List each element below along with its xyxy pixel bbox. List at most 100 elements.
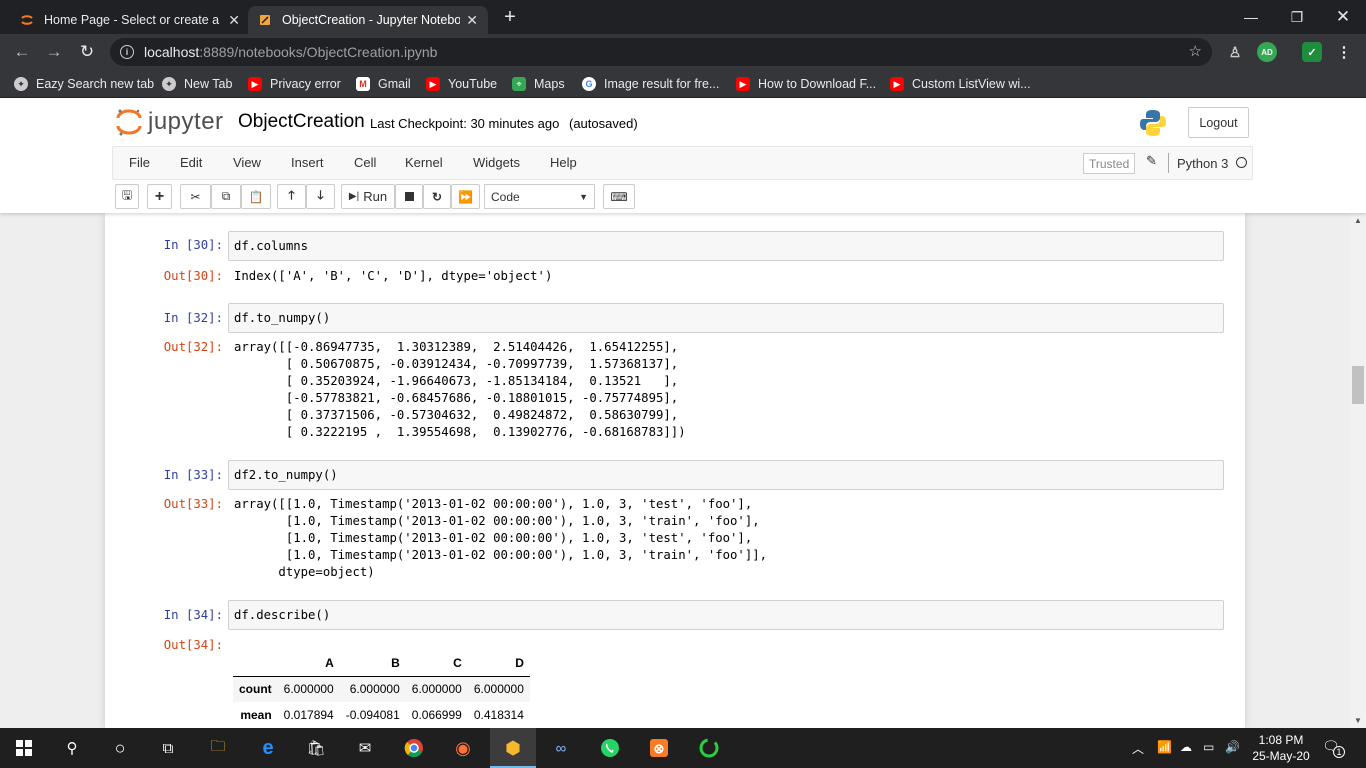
jupyter-logo-icon: [116, 109, 142, 136]
table-cell: 6.000000: [349, 682, 400, 697]
tab-home-page[interactable]: Home Page - Select or create a n ✕: [10, 6, 250, 34]
bookmark-youtube[interactable]: ▶ YouTube: [426, 75, 497, 93]
address-bar[interactable]: i localhost:8889/notebooks/ObjectCreatio…: [110, 38, 1212, 66]
store-icon[interactable]: 🛍: [304, 736, 328, 760]
forward-icon[interactable]: →: [42, 40, 66, 64]
minimize-icon[interactable]: —: [1228, 0, 1274, 34]
bookmark-custom-listview[interactable]: ▶ Custom ListView wi...: [890, 75, 1031, 93]
battery-icon[interactable]: ▭: [1203, 740, 1214, 754]
brave-icon[interactable]: ⬢: [501, 736, 525, 760]
firefox-icon[interactable]: ◉: [451, 736, 475, 760]
restore-icon[interactable]: ❐: [1274, 0, 1320, 34]
command-palette-button[interactable]: ⌨: [603, 184, 635, 209]
table-header-row: A B C D: [233, 650, 530, 677]
menu-edit[interactable]: Edit: [180, 155, 202, 170]
edit-pencil-icon[interactable]: ✎: [1146, 153, 1157, 169]
back-icon[interactable]: ←: [10, 40, 34, 64]
system-clock[interactable]: 1:08 PM 25-May-20: [1250, 732, 1312, 764]
bookmark-privacy-error[interactable]: ▶ Privacy error: [248, 75, 341, 93]
chevron-down-icon: ▼: [579, 192, 588, 202]
menu-widgets[interactable]: Widgets: [473, 155, 520, 170]
info-icon[interactable]: i: [120, 45, 134, 59]
menu-insert[interactable]: Insert: [291, 155, 324, 170]
move-down-button[interactable]: 🡓: [306, 184, 335, 209]
close-window-icon[interactable]: ✕: [1320, 0, 1366, 34]
chrome-icon[interactable]: [402, 736, 426, 760]
cut-button[interactable]: ✂: [180, 184, 211, 209]
scroll-up-icon[interactable]: ▲: [1354, 216, 1362, 225]
whatsapp-icon[interactable]: [598, 736, 622, 760]
menu-file[interactable]: File: [129, 155, 150, 170]
jupyter-logo[interactable]: jupyter: [116, 107, 224, 137]
onedrive-icon[interactable]: ☁: [1180, 740, 1192, 754]
restart-button[interactable]: ↻: [423, 184, 451, 209]
paste-button[interactable]: 📋: [241, 184, 271, 209]
menu-help[interactable]: Help: [550, 155, 577, 170]
code-cell-input[interactable]: df.columns: [228, 231, 1224, 261]
save-icon: 🖫: [121, 188, 133, 202]
row-label: mean: [240, 708, 272, 722]
input-prompt: In [34]:: [163, 608, 223, 622]
code-text: df.describe(): [234, 608, 331, 622]
mail-icon[interactable]: ✉: [353, 736, 377, 760]
code-cell-input[interactable]: df.describe(): [228, 600, 1224, 630]
scroll-down-icon[interactable]: ▼: [1354, 716, 1362, 725]
restart-run-all-button[interactable]: ⏩: [451, 184, 480, 209]
extension-icon[interactable]: ♙: [1225, 42, 1245, 62]
stop-icon: [404, 192, 414, 201]
insert-cell-button[interactable]: +: [147, 184, 172, 209]
menu-cell[interactable]: Cell: [354, 155, 376, 170]
bookmark-label: Custom ListView wi...: [912, 77, 1031, 91]
table-cell: 0.418314: [473, 708, 524, 722]
xampp-icon[interactable]: ⊗: [647, 736, 671, 760]
logout-button[interactable]: Logout: [1188, 107, 1249, 138]
page-scrollbar[interactable]: ▲ ▼: [1350, 213, 1366, 728]
search-icon[interactable]: ⚲: [60, 736, 84, 760]
kernel-name[interactable]: Python 3: [1168, 153, 1228, 173]
loading-app-icon[interactable]: [697, 736, 721, 760]
scrollbar-thumb[interactable]: [1352, 366, 1364, 404]
paste-icon: 📋: [248, 189, 264, 204]
show-hidden-icons-icon[interactable]: ︿: [1132, 740, 1144, 757]
bookmark-star-icon[interactable]: ☆: [1189, 42, 1202, 60]
notification-count-badge: 1: [1333, 746, 1345, 758]
bookmark-new-tab[interactable]: ✦ New Tab: [162, 75, 232, 93]
bookmark-image-result[interactable]: G Image result for fre...: [582, 75, 719, 93]
action-center-icon[interactable]: 🗨 1: [1322, 738, 1345, 758]
menu-view[interactable]: View: [233, 155, 261, 170]
code-cell-input[interactable]: df.to_numpy(): [228, 303, 1224, 333]
infinity-app-icon[interactable]: ∞: [549, 736, 573, 760]
wifi-icon[interactable]: 📶: [1157, 740, 1172, 754]
trusted-badge[interactable]: Trusted: [1083, 153, 1136, 174]
task-view-icon[interactable]: ⧉: [156, 736, 180, 760]
notebook-title[interactable]: ObjectCreation: [238, 111, 365, 133]
interrupt-button[interactable]: [395, 184, 423, 209]
volume-icon[interactable]: 🔊: [1225, 740, 1240, 754]
move-up-button[interactable]: 🡑: [277, 184, 306, 209]
bookmark-maps[interactable]: ⌖ Maps: [512, 75, 565, 93]
new-tab-icon[interactable]: +: [500, 6, 520, 29]
bookmark-gmail[interactable]: M Gmail: [356, 75, 411, 93]
bookmark-eazy-search[interactable]: ✦ Eazy Search new tab: [14, 75, 154, 93]
menu-kebab-icon[interactable]: ⋮: [1334, 42, 1354, 62]
reload-icon[interactable]: ↻: [75, 40, 99, 64]
save-button[interactable]: 🖫: [115, 184, 139, 209]
close-icon[interactable]: ✕: [228, 12, 240, 29]
globe-icon: ✦: [162, 77, 176, 91]
edge-icon[interactable]: e: [256, 736, 280, 760]
copy-button[interactable]: ⧉: [211, 184, 241, 209]
tab-objectcreation[interactable]: ObjectCreation - Jupyter Notebo ✕: [248, 6, 488, 34]
shield-extension-icon[interactable]: ✓: [1302, 42, 1322, 62]
windows-start-icon[interactable]: [12, 736, 36, 760]
file-explorer-icon[interactable]: 🗀: [206, 736, 230, 760]
table-row: mean 0.017894 -0.094081 0.066999 0.41831…: [233, 702, 530, 728]
code-cell-input[interactable]: df2.to_numpy(): [228, 460, 1224, 490]
close-icon[interactable]: ✕: [466, 12, 478, 29]
menu-kernel[interactable]: Kernel: [405, 155, 443, 170]
profile-avatar[interactable]: AD: [1257, 42, 1277, 62]
run-button[interactable]: ▶| Run: [341, 184, 395, 209]
cell-type-select[interactable]: Code ▼: [484, 184, 595, 209]
cortana-icon[interactable]: ○: [108, 736, 132, 760]
tab-label: ObjectCreation - Jupyter Notebo: [282, 13, 461, 27]
bookmark-how-to-download[interactable]: ▶ How to Download F...: [736, 75, 876, 93]
